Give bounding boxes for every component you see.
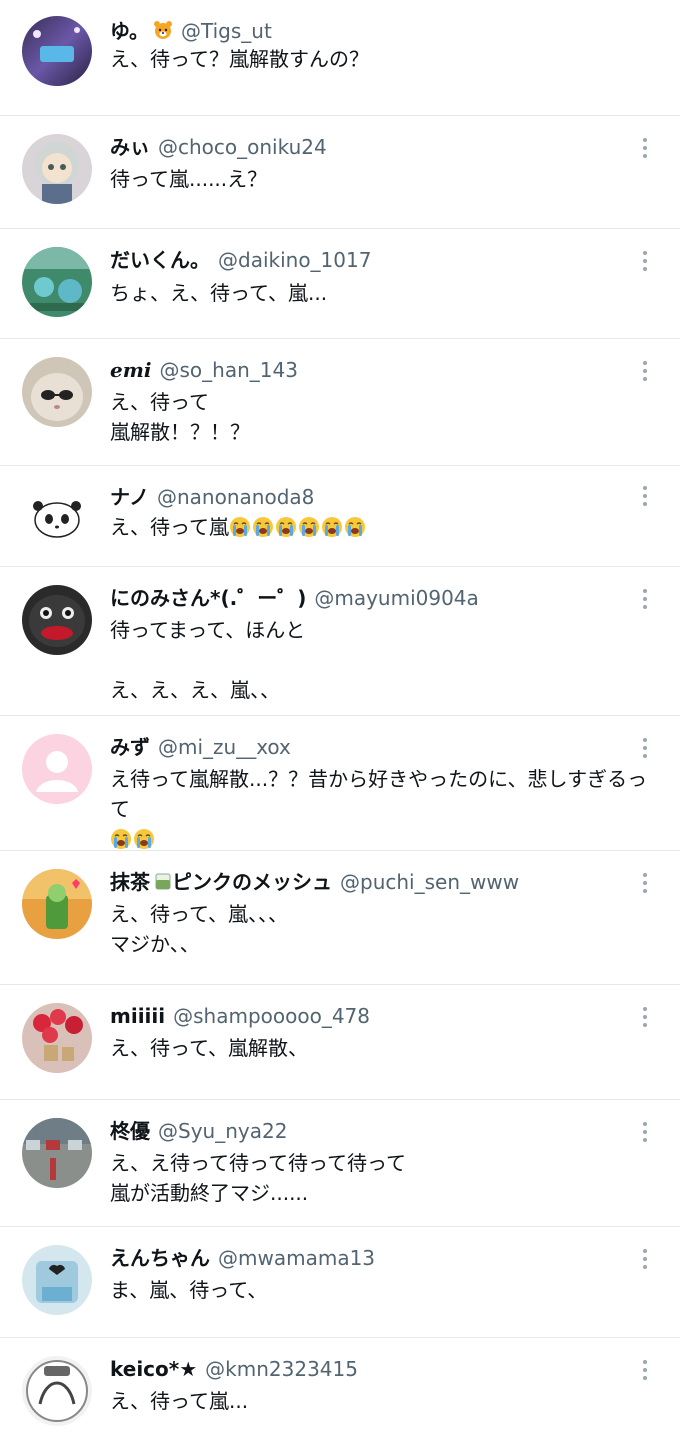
display-name-suffix[interactable]: ピンクのメッシュ [172,870,332,894]
tweet-text: ちょ、え、待って、嵐... [110,281,328,305]
user-handle[interactable]: @kmn2323415 [205,1357,358,1381]
matcha-drink-icon [154,869,172,897]
user-handle[interactable]: @mi_zu__xox [158,735,291,759]
tweet[interactable]: keico*★ @kmn2323415 え、待って嵐... [0,1338,680,1440]
tiger-face-icon [153,18,173,46]
display-name[interactable]: 柊優 [110,1119,150,1143]
user-handle[interactable]: @nanonanoda8 [157,485,314,509]
display-name[interactable]: だいくん。 [110,248,210,272]
tweet-text: え、待って嵐 [110,512,660,542]
loudly-crying-face-icon [230,517,250,537]
tweet[interactable]: だいくん。 @daikino_1017 ちょ、え、待って、嵐... [0,229,680,339]
more-options-icon[interactable] [640,1360,650,1384]
display-name[interactable]: えんちゃん [110,1246,210,1270]
display-name[interactable]: にのみさん*(.゜ー゜) [110,586,306,610]
tweet-text: 待ってまって、ほんと え、え、え、嵐、、 [110,618,306,702]
more-options-icon[interactable] [640,251,650,275]
crying-face-icons [110,827,156,851]
more-options-icon[interactable] [640,1249,650,1273]
tweet-text: え、待って、嵐解散、 [110,1036,308,1060]
tweet[interactable]: emi @so_han_143 え、待って 嵐解散！？！？ [0,339,680,466]
loudly-crying-face-icon [345,517,365,537]
tweet[interactable]: 抹茶 ピンクのメッシュ @puchi_sen_www え、待って、嵐、、、 マジか、… [0,851,680,985]
display-name[interactable]: ナノ [110,485,149,509]
loudly-crying-face-icon [276,517,296,537]
tweet-text: え、え待って待って待って待って 嵐が活動終了マジ...... [110,1151,406,1205]
avatar[interactable] [22,1356,92,1426]
tweet-text: ま、嵐、待って、 [110,1278,268,1302]
tweet[interactable]: ナノ @nanonanoda8 え、待って嵐 [0,466,680,567]
tweet[interactable]: 柊優 @Syu_nya22 え、え待って待って待って待って 嵐が活動終了マジ...… [0,1100,680,1227]
user-handle[interactable]: @daikino_1017 [218,248,371,272]
more-options-icon[interactable] [640,1007,650,1031]
display-name[interactable]: miiiii [110,1004,165,1028]
avatar[interactable] [22,16,92,86]
avatar[interactable] [22,357,92,427]
avatar[interactable] [22,1003,92,1073]
more-options-icon[interactable] [640,873,650,897]
display-name[interactable]: 抹茶 [110,870,150,894]
avatar[interactable] [22,482,92,552]
tweet-header: 抹茶 ピンクのメッシュ @puchi_sen_www [110,867,620,897]
tweet-text: え、待って？嵐解散すんの？ [110,47,369,71]
tweet-header: みず @mi_zu__xox [110,732,620,762]
more-options-icon[interactable] [640,138,650,162]
tweet-text: え待って嵐解散...？？昔から好きやったのに、悲しすぎるって [110,764,660,854]
more-options-icon[interactable] [640,486,650,510]
tweet[interactable]: にのみさん*(.゜ー゜) @mayumi0904a 待ってまって、ほんと え、え、… [0,567,680,716]
display-name[interactable]: ゆ。 [110,19,149,43]
user-handle[interactable]: @mwamama13 [218,1246,375,1270]
display-name[interactable]: keico*★ [110,1357,197,1381]
more-options-icon[interactable] [640,738,650,762]
loudly-crying-face-icon [253,517,273,537]
display-name[interactable]: emi [110,358,151,382]
tweet[interactable]: ゆ。 @Tigs_ut え、待って？嵐解散すんの？ [0,0,680,116]
more-options-icon[interactable] [640,1122,650,1146]
crying-face-icons [229,515,367,539]
avatar[interactable] [22,1118,92,1188]
avatar[interactable] [22,585,92,655]
user-handle[interactable]: @puchi_sen_www [340,870,519,894]
more-options-icon[interactable] [640,589,650,613]
tweet-text: え、待って、嵐、、、 マジか、、 [110,902,288,956]
avatar[interactable] [22,1245,92,1315]
avatar[interactable] [22,247,92,317]
display-name[interactable]: みず [110,735,150,759]
tweet-text: え、待って嵐... [110,1389,249,1413]
tweet-header: keico*★ @kmn2323415 [110,1354,620,1384]
tweet-header: にのみさん*(.゜ー゜) @mayumi0904a [110,583,620,613]
tweet-header: だいくん。 @daikino_1017 [110,245,620,275]
display-name[interactable]: みぃ [110,135,150,159]
user-handle[interactable]: @Syu_nya22 [158,1119,287,1143]
tweet[interactable]: えんちゃん @mwamama13 ま、嵐、待って、 [0,1227,680,1338]
loudly-crying-face-icon [322,517,342,537]
more-options-icon[interactable] [640,361,650,385]
tweet-header: miiiii @shampooooo_478 [110,1001,620,1031]
user-handle[interactable]: @Tigs_ut [181,19,272,43]
tweet-text-content: え待って嵐解散...？？昔から好きやったのに、悲しすぎるって [110,767,648,821]
avatar[interactable] [22,734,92,804]
loudly-crying-face-icon [134,829,154,849]
avatar[interactable] [22,134,92,204]
tweet[interactable]: みず @mi_zu__xox え待って嵐解散...？？昔から好きやったのに、悲しす… [0,716,680,851]
user-handle[interactable]: @choco_oniku24 [158,135,327,159]
tweet-text: 待って嵐......え？ [110,167,268,191]
tweet-header: ナノ @nanonanoda8 [110,482,620,512]
user-handle[interactable]: @shampooooo_478 [173,1004,370,1028]
user-handle[interactable]: @so_han_143 [159,358,297,382]
loudly-crying-face-icon [299,517,319,537]
tweet-header: みぃ @choco_oniku24 [110,132,620,162]
tweet[interactable]: みぃ @choco_oniku24 待って嵐......え？ [0,116,680,229]
tweet-text: え、待って 嵐解散！？！？ [110,390,250,444]
tweet-header: 柊優 @Syu_nya22 [110,1116,620,1146]
loudly-crying-face-icon [111,829,131,849]
user-handle[interactable]: @mayumi0904a [314,586,478,610]
avatar[interactable] [22,869,92,939]
reply-feed: ゆ。 @Tigs_ut え、待って？嵐解散すんの？ みぃ @choco_oniku2… [0,0,680,1440]
tweet[interactable]: miiiii @shampooooo_478 え、待って、嵐解散、 [0,985,680,1100]
tweet-header: ゆ。 @Tigs_ut [110,16,620,46]
tweet-header: えんちゃん @mwamama13 [110,1243,620,1273]
tweet-header: emi @so_han_143 [110,355,620,385]
tweet-text-content: え、待って嵐 [110,515,229,539]
